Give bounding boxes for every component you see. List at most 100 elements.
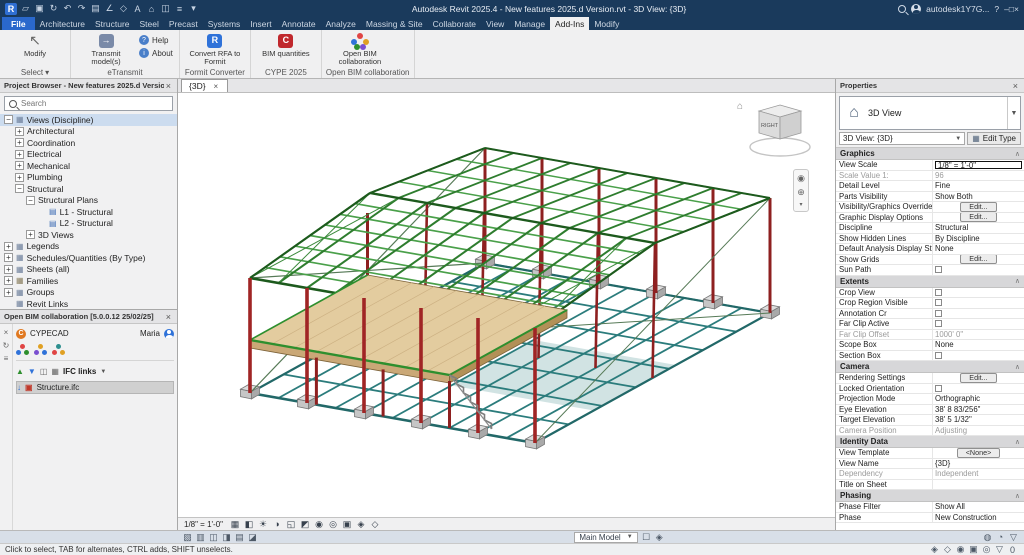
background-processes-icon[interactable]: ◔ [994,532,1007,542]
tree-item-l2-structural[interactable]: ▤L2 - Structural [0,218,177,230]
property-group-phasing[interactable]: Phasing∧ [836,490,1024,502]
active-workset-icon[interactable]: ◫ [207,532,220,543]
collapse-icon[interactable]: ∧ [1015,277,1020,285]
shadows-icon[interactable]: ◑ [271,519,283,529]
revit-logo[interactable]: R [5,3,17,15]
ribbon-tab-insert[interactable]: Insert [245,17,276,30]
tree-item-structural[interactable]: −Structural [0,183,177,195]
property-value[interactable]: 1000' 0" [935,330,963,339]
text-icon[interactable]: A [131,4,144,14]
ribbon-tab-massing-site[interactable]: Massing & Site [361,17,428,30]
properties-header[interactable]: Properties × [836,79,1024,93]
steering-wheel-icon[interactable]: ◉ [797,173,805,184]
open-bim-panel-header[interactable]: Open BIM collaboration [5.0.0.12 25/02/2… [0,310,177,324]
tree-item-views-discipline[interactable]: −▦Views (Discipline) [0,114,177,126]
close-icon[interactable]: × [212,82,221,91]
tree-expander-icon[interactable]: + [4,276,13,285]
measure-icon[interactable]: ∠ [103,3,116,14]
tree-expander-icon[interactable]: + [4,288,13,297]
views-icon[interactable]: ◫ [40,367,48,376]
tree-item-coordination[interactable]: +Coordination [0,137,177,149]
3d-structural-model[interactable] [178,93,835,517]
performance-adviser-icon[interactable]: ◍ [981,532,994,543]
property-value[interactable]: Adjusting [935,426,967,435]
collapse-icon[interactable]: ∧ [1015,492,1020,500]
collapse-icon[interactable]: ∧ [1015,363,1020,371]
customize-quick-access-icon[interactable]: ▾ [187,3,200,14]
highlight-displacement-sets-icon[interactable]: ◇ [369,519,381,530]
temporary-hide-isolate-icon[interactable]: ◉ [313,519,325,530]
drag-on-selection-icon[interactable]: ◎ [980,544,993,555]
select-links-icon[interactable]: ◈ [928,544,941,555]
close-icon[interactable]: × [1011,81,1020,91]
ribbon-tab-view[interactable]: View [481,17,509,30]
open-bim-collaboration-button[interactable]: Open BIM collaboration [328,32,392,67]
collapse-icon[interactable]: ∧ [1015,150,1020,158]
tree-item-legends[interactable]: +▦Legends [0,241,177,253]
property-value[interactable]: None [935,244,954,253]
property-value[interactable]: 96 [935,171,944,180]
property-group-identity-data[interactable]: Identity Data∧ [836,436,1024,448]
panel-label-open-bim-collaboration[interactable]: Open BIM collaboration [322,67,414,79]
tree-item-3d-views[interactable]: +3D Views [0,229,177,241]
project-browser-search[interactable] [4,96,173,111]
tree-item-families[interactable]: +▦Families [0,275,177,287]
tree-expander-icon[interactable]: + [15,150,24,159]
edit-type-button[interactable]: ▦ Edit Type [967,132,1021,145]
tag-icon[interactable]: ◇ [117,3,130,14]
property-value[interactable]: Orthographic [935,394,980,403]
help-button[interactable]: ?Help [139,35,173,45]
property-checkbox[interactable] [935,385,942,392]
collab-app-icon[interactable] [52,344,66,356]
chevron-down-icon[interactable]: ▼ [1007,97,1020,129]
ribbon-tab-modify[interactable]: Modify [589,17,624,30]
link-status-icon[interactable]: ▤ [233,532,246,543]
convert-rfa-to-formit-button[interactable]: R Convert RFA to Formit [186,32,244,67]
property-value[interactable]: Show Both [935,192,973,201]
close-icon[interactable]: × [164,312,173,322]
tree-item-l1-structural[interactable]: ▤L1 - Structural [0,206,177,218]
tree-expander-icon[interactable]: + [15,161,24,170]
property-edit-button[interactable]: <None> [957,448,1001,458]
tree-item-electrical[interactable]: +Electrical [0,149,177,161]
ifc-links-header[interactable]: ▲▼◫▦IFC links▼ [16,365,174,378]
property-value-input[interactable]: 1/8" = 1'-0" [935,161,1022,170]
sync-with-central-icon[interactable]: ↻ [47,3,60,14]
tree-expander-icon[interactable]: − [4,115,13,124]
active-option-only-icon[interactable]: ☐ [640,532,653,543]
warnings-icon[interactable]: ▽ [1007,532,1020,543]
property-checkbox[interactable] [935,320,942,327]
property-checkbox[interactable] [935,266,942,273]
exclude-options-icon[interactable]: ◈ [653,532,666,543]
close-session-icon[interactable]: × [4,328,9,337]
property-checkbox[interactable] [935,352,942,359]
property-value[interactable]: Show All [935,502,965,511]
ribbon-tab-systems[interactable]: Systems [203,17,246,30]
tree-item-schedules-quantities-by-type[interactable]: +▦Schedules/Quantities (By Type) [0,252,177,264]
property-value[interactable]: New Construction [935,513,997,522]
property-checkbox[interactable] [935,289,942,296]
editing-requests-icon[interactable]: ▧ [181,532,194,543]
property-checkbox[interactable] [935,310,942,317]
refresh-icon[interactable]: ↻ [3,341,10,350]
transmit-models-button[interactable]: → Transmit model(s) [77,32,135,67]
about-button[interactable]: iAbout [139,48,173,58]
tree-expander-icon[interactable]: − [26,196,35,205]
ribbon-tab-file[interactable]: File [2,17,35,30]
collapse-icon[interactable]: ∧ [1015,438,1020,446]
zoom-icon[interactable]: ⊕ [797,187,805,198]
close-button[interactable]: × [1014,4,1019,14]
property-checkbox[interactable] [935,299,942,306]
property-group-extents[interactable]: Extents∧ [836,276,1024,288]
selection-filter-icon[interactable]: ▽ [993,544,1006,555]
crop-view-icon[interactable]: ◱ [285,519,297,530]
element-selector-combo[interactable]: 3D View: {3D} ▼ [839,132,965,145]
property-edit-button[interactable]: Edit... [960,255,996,265]
bim-quantities-button[interactable]: C BIM quantities [257,32,315,58]
open-file-icon[interactable]: ▱ [19,3,32,14]
help-icon[interactable]: ? [994,4,999,14]
visual-style-icon[interactable]: ◧ [243,519,255,530]
collab-app-icon[interactable] [16,344,30,356]
thin-lines-icon[interactable]: ≡ [173,4,186,14]
property-value[interactable]: Fine [935,181,950,190]
